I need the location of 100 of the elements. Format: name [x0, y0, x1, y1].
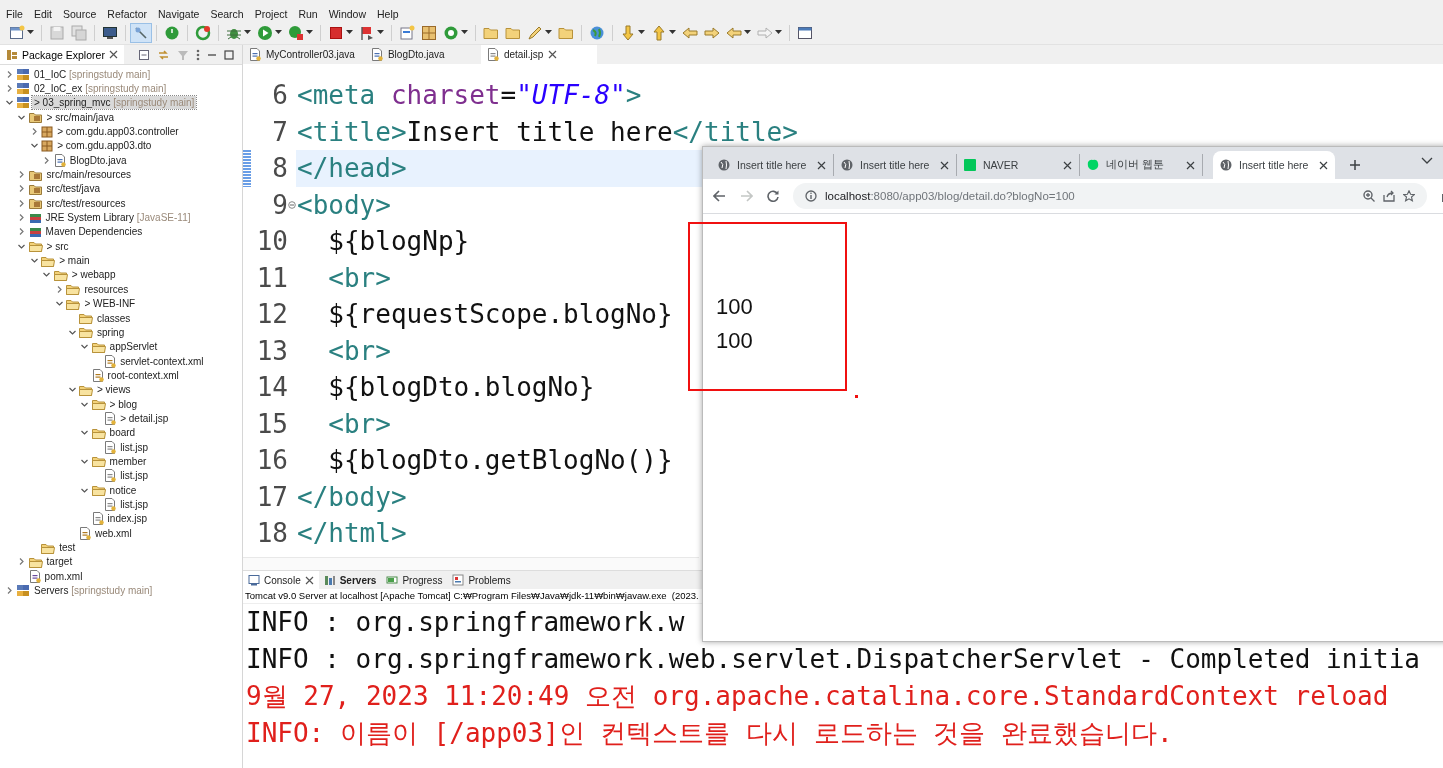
new-window-icon[interactable] [9, 24, 25, 41]
menu-item[interactable]: Source [63, 7, 103, 20]
expand-toggle[interactable] [67, 385, 77, 395]
caret-icon[interactable] [638, 30, 645, 35]
tree-item[interactable]: src/test/java [44, 182, 102, 196]
tree-item[interactable]: Servers [springstudy main] [32, 584, 155, 598]
tree-item[interactable]: index.jsp [105, 512, 150, 526]
tree-item[interactable]: 02_IoC_ex [springstudy main] [32, 82, 169, 95]
tree-item[interactable]: board [107, 426, 138, 440]
run-server-icon[interactable] [288, 24, 304, 41]
caret-icon[interactable] [775, 30, 782, 35]
view-tab[interactable]: Console [243, 571, 319, 589]
power-icon[interactable] [164, 24, 180, 41]
tree-item[interactable]: list.jsp [118, 469, 150, 483]
caret-icon[interactable] [377, 30, 384, 35]
pin-icon[interactable] [133, 24, 149, 41]
tree-item[interactable]: resources [82, 282, 131, 296]
browser-tab[interactable]: Insert title here [1213, 151, 1335, 179]
tree-item[interactable]: > blog [107, 397, 140, 411]
address-bar[interactable]: localhost:8080/app03/blog/detail.do?blogNo=100 [793, 183, 1427, 209]
view-tab[interactable]: Progress [381, 571, 448, 589]
collapse-all-icon[interactable] [138, 48, 150, 61]
more-icon[interactable] [196, 48, 200, 61]
sync-icon[interactable] [195, 24, 211, 41]
reload-icon[interactable] [767, 190, 779, 202]
expand-toggle[interactable] [17, 198, 27, 208]
close-icon[interactable] [1063, 160, 1072, 170]
expand-toggle[interactable] [17, 170, 27, 180]
editor-tab[interactable]: detail.jsp [480, 45, 597, 64]
left-arrow-icon[interactable] [682, 24, 698, 41]
pen-icon[interactable] [527, 24, 543, 41]
flag-icon[interactable] [359, 24, 375, 41]
caret-icon[interactable] [669, 30, 676, 35]
tree-item[interactable]: pom.xml [42, 569, 85, 583]
view-tab[interactable]: Problems [447, 571, 516, 589]
editor-tab[interactable]: BlogDto.java [364, 45, 481, 64]
close-icon[interactable] [940, 160, 949, 170]
tree-item[interactable]: > com.gdu.app03.dto [55, 139, 154, 153]
info-icon[interactable] [805, 190, 817, 202]
tree-item[interactable]: 01_IoC [springstudy main] [32, 67, 153, 81]
tree-item[interactable]: appServlet [107, 340, 160, 354]
caret-icon[interactable] [27, 30, 34, 35]
browser-tab[interactable]: 네이버 웹툰 [1080, 154, 1203, 176]
plus-icon[interactable] [1349, 159, 1361, 171]
caret-icon[interactable] [244, 30, 251, 35]
tree-item[interactable]: list.jsp [118, 498, 150, 511]
menu-item[interactable]: Navigate [158, 7, 206, 20]
browser-tab[interactable]: Insert title here [711, 154, 834, 176]
tree-item[interactable]: > com.gdu.app03.controller [55, 125, 181, 139]
tree-item[interactable]: BlogDto.java [67, 153, 129, 167]
zoom-icon[interactable] [1363, 190, 1375, 202]
expand-toggle[interactable] [80, 342, 90, 352]
tree-item[interactable]: > detail.jsp [118, 411, 171, 425]
menu-item[interactable]: Refactor [107, 7, 153, 20]
caret-icon[interactable] [306, 30, 313, 35]
globe-icon[interactable] [589, 24, 605, 41]
tree-item[interactable]: spring [95, 325, 127, 339]
expand-toggle[interactable] [4, 98, 14, 108]
share-icon[interactable] [1383, 190, 1395, 202]
tree-item[interactable]: classes [95, 311, 133, 325]
expand-toggle[interactable] [17, 213, 27, 223]
expand-toggle[interactable] [29, 256, 39, 266]
menu-item[interactable]: Window [328, 7, 373, 20]
close-icon[interactable] [548, 50, 558, 59]
grid-icon[interactable] [421, 24, 437, 41]
tree-item[interactable]: > 03_spring_mvc [springstudy main] [32, 96, 197, 110]
close-icon[interactable] [108, 50, 118, 59]
tree-item[interactable]: > webapp [69, 268, 118, 282]
close-icon[interactable] [1186, 160, 1195, 170]
caret-icon[interactable] [461, 30, 468, 35]
monitor-icon[interactable] [102, 24, 118, 41]
tree-item[interactable]: servlet-context.xml [118, 354, 206, 368]
expand-toggle[interactable] [42, 155, 52, 165]
tree-item[interactable]: JRE System Library [JavaSE-11] [43, 211, 193, 225]
view-tab[interactable]: Servers [318, 571, 382, 589]
close-icon[interactable] [304, 575, 314, 585]
menu-item[interactable]: Run [298, 7, 324, 20]
caret-icon[interactable] [744, 30, 751, 35]
tree-item[interactable]: web.xml [93, 526, 134, 540]
expand-toggle[interactable] [80, 428, 90, 438]
close-icon[interactable] [1319, 160, 1328, 170]
expand-toggle[interactable] [17, 184, 27, 194]
expand-toggle[interactable] [42, 270, 52, 280]
menu-item[interactable]: Help [377, 7, 405, 20]
tree-item[interactable]: > WEB-INF [82, 297, 138, 311]
tree-item[interactable]: > src/main/java [44, 110, 117, 124]
tree-item[interactable]: > views [95, 383, 133, 397]
browser-tab[interactable]: NAVER [957, 154, 1080, 176]
menu-item[interactable]: Edit [33, 7, 58, 20]
tree-item[interactable]: Maven Dependencies [43, 225, 145, 239]
refresh-icon[interactable] [443, 24, 459, 41]
close-icon[interactable] [817, 160, 826, 170]
tree-item[interactable]: > main [57, 254, 92, 268]
expand-toggle[interactable] [17, 557, 27, 567]
tree-item[interactable]: > src [44, 239, 71, 253]
tree-item[interactable]: target [44, 555, 75, 569]
menu-item[interactable]: File [6, 7, 29, 20]
editor-tab[interactable]: MyController03.java [243, 45, 365, 64]
menu-item[interactable]: Search [210, 7, 250, 20]
expand-toggle[interactable] [29, 141, 39, 151]
